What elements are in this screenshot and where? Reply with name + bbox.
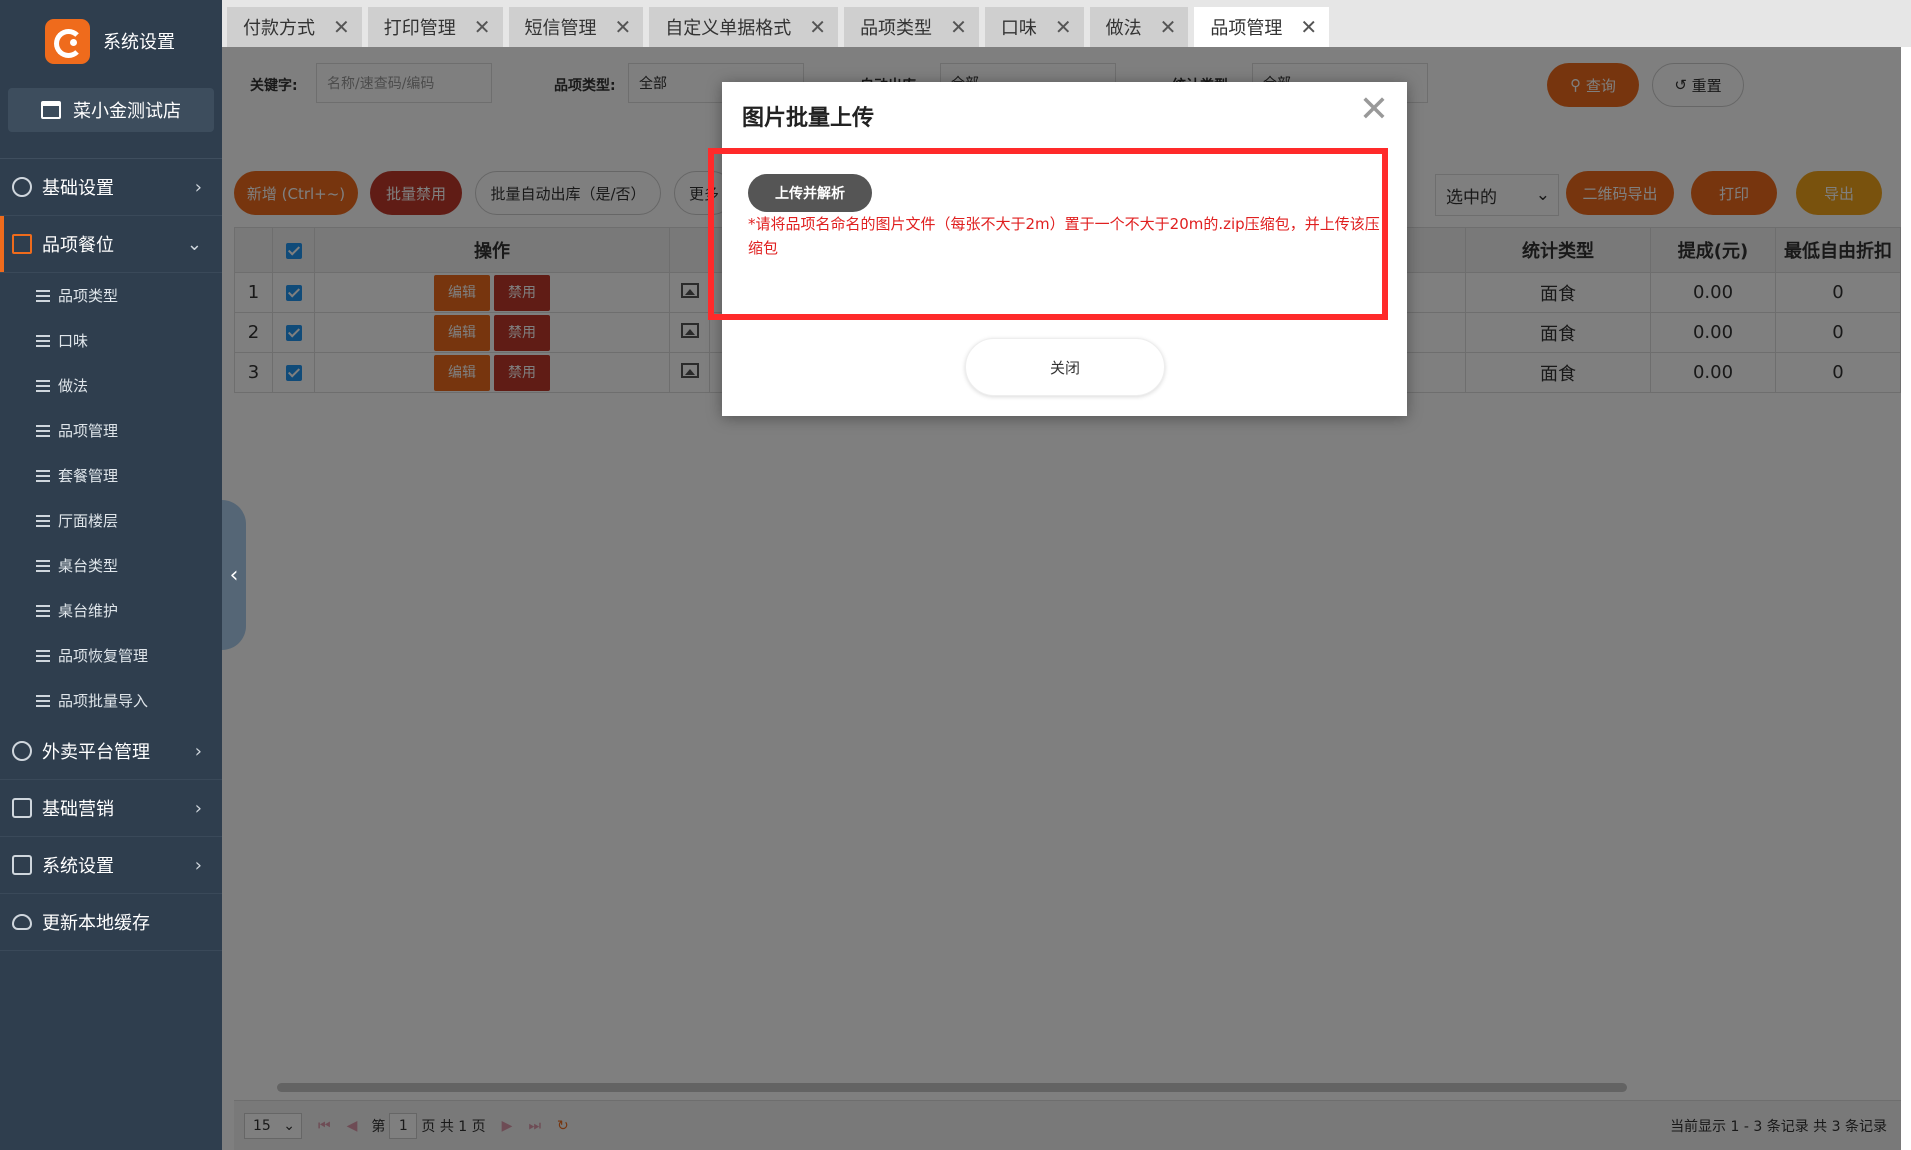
sidebar-item-marketing[interactable]: 基础营销 ›: [0, 780, 222, 837]
gear-icon: [12, 741, 32, 761]
chevron-right-icon: ›: [194, 176, 202, 198]
list-icon: [36, 289, 50, 302]
sidebar-menu: 基础设置 › 品项餐位 ⌄ 品项类型 口味 做法 品项管理 套餐管理 厅面楼层 …: [0, 158, 222, 951]
upload-parse-button[interactable]: 上传并解析: [748, 174, 872, 212]
list-icon: [36, 424, 50, 437]
sidebar-collapse-handle[interactable]: ‹: [222, 500, 246, 650]
tab-print[interactable]: 打印管理 ✕: [367, 7, 503, 47]
chevron-down-icon: ⌄: [186, 233, 202, 255]
close-icon[interactable]: ✕: [950, 15, 967, 39]
tab-flavor[interactable]: 口味 ✕: [984, 7, 1084, 47]
submenu-item[interactable]: 厅面楼层: [0, 498, 222, 543]
tab-receipt-format[interactable]: 自定义单据格式 ✕: [649, 7, 839, 47]
store-icon: [41, 101, 61, 119]
list-icon: [36, 559, 50, 572]
close-icon[interactable]: ✕: [1160, 15, 1177, 39]
close-icon[interactable]: ✕: [809, 15, 826, 39]
list-icon: [36, 469, 50, 482]
sidebar-item-system-settings[interactable]: 系统设置 ›: [0, 837, 222, 894]
tab-bar: 付款方式 ✕ 打印管理 ✕ 短信管理 ✕ 自定义单据格式 ✕ 品项类型 ✕ 口味 ✕ 做法 ✕…: [222, 0, 1911, 47]
sidebar-item-basic-settings[interactable]: 基础设置 ›: [0, 159, 222, 216]
close-icon[interactable]: ✕: [1055, 15, 1072, 39]
brand: 系统设置: [0, 0, 222, 82]
store-name: 菜小金测试店: [73, 101, 181, 122]
tab-method[interactable]: 做法 ✕: [1089, 7, 1189, 47]
sidebar-item-items-seats[interactable]: 品项餐位 ⌄: [0, 216, 222, 273]
submenu-item[interactable]: 做法: [0, 363, 222, 408]
settings-icon: [12, 855, 32, 875]
close-icon[interactable]: ✕: [333, 15, 350, 39]
store-selector[interactable]: 菜小金测试店: [8, 88, 214, 132]
submenu-item[interactable]: 品项类型: [0, 273, 222, 318]
tab-item-management[interactable]: 品项管理 ✕: [1194, 7, 1330, 47]
close-icon[interactable]: ✕: [1300, 15, 1317, 39]
cloud-icon: [12, 914, 32, 930]
gift-icon: [12, 798, 32, 818]
tab-item-type[interactable]: 品项类型 ✕: [844, 7, 979, 47]
chevron-left-icon: ‹: [229, 562, 239, 588]
close-icon[interactable]: ✕: [615, 15, 632, 39]
submenu: 品项类型 口味 做法 品项管理 套餐管理 厅面楼层 桌台类型 桌台维护 品项恢复…: [0, 273, 222, 723]
submenu-item[interactable]: 品项管理: [0, 408, 222, 453]
tab-payment[interactable]: 付款方式 ✕: [227, 7, 362, 47]
chevron-right-icon: ›: [194, 854, 202, 876]
chevron-right-icon: ›: [194, 740, 202, 762]
list-icon: [36, 379, 50, 392]
submenu-item[interactable]: 品项恢复管理: [0, 633, 222, 678]
chevron-right-icon: ›: [194, 797, 202, 819]
list-icon: [36, 604, 50, 617]
list-icon: [36, 514, 50, 527]
dialog-title: 图片批量上传: [742, 106, 875, 131]
close-icon[interactable]: ✕: [474, 15, 491, 39]
close-button[interactable]: 关闭: [965, 338, 1165, 396]
list-icon: [36, 649, 50, 662]
sidebar-item-refresh-cache[interactable]: 更新本地缓存: [0, 894, 222, 951]
submenu-item[interactable]: 品项批量导入: [0, 678, 222, 723]
sidebar: 系统设置 菜小金测试店 基础设置 › 品项餐位 ⌄ 品项类型 口味 做法 品项管…: [0, 0, 222, 1150]
sidebar-item-delivery-platform[interactable]: 外卖平台管理 ›: [0, 723, 222, 780]
tab-sms[interactable]: 短信管理 ✕: [508, 7, 644, 47]
submenu-item[interactable]: 桌台类型: [0, 543, 222, 588]
brand-title: 系统设置: [103, 32, 175, 53]
submenu-item[interactable]: 套餐管理: [0, 453, 222, 498]
upload-tip: *请将品项名命名的图片文件（每张不大于2m）置于一个不大于20m的.zip压缩包…: [748, 215, 1380, 257]
close-icon[interactable]: ✕: [1359, 92, 1389, 128]
list-icon: [36, 694, 50, 707]
image-upload-dialog: 图片批量上传 ✕ 上传并解析 *请将品项名命名的图片文件（每张不大于2m）置于一…: [708, 82, 1407, 416]
document-icon: [12, 234, 32, 254]
list-icon: [36, 334, 50, 347]
submenu-item[interactable]: 口味: [0, 318, 222, 363]
gear-icon: [12, 177, 32, 197]
logo-icon: [45, 18, 90, 64]
submenu-item[interactable]: 桌台维护: [0, 588, 222, 633]
